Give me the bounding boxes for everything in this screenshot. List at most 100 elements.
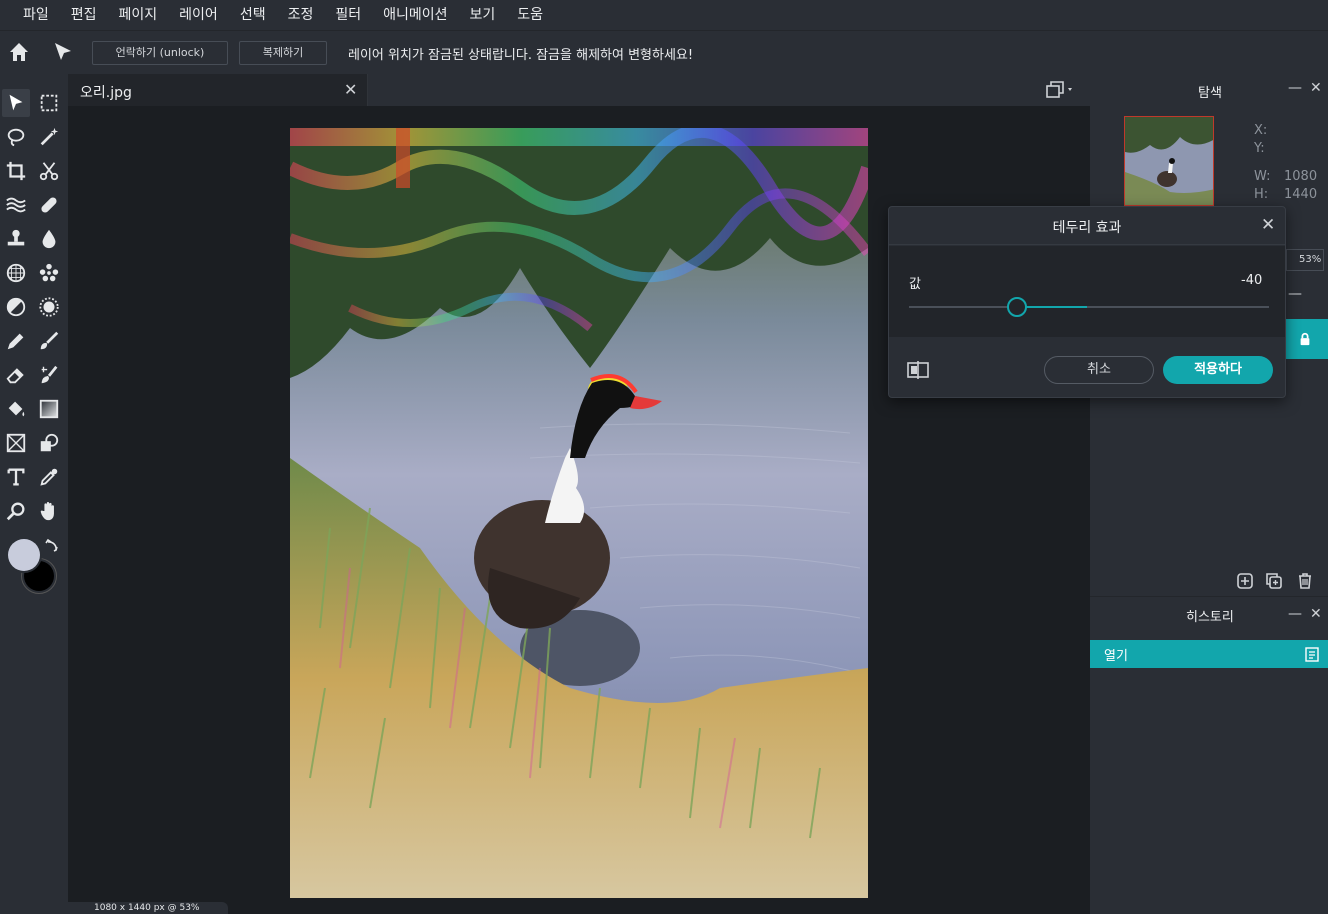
foreground-color-swatch[interactable] — [6, 537, 42, 573]
menu-page[interactable]: 페이지 — [108, 0, 169, 30]
minimize-icon[interactable]: — — [1288, 286, 1302, 302]
scissors-tool[interactable] — [35, 157, 63, 185]
eraser-tool[interactable] — [2, 361, 30, 389]
x-coordinate-label: X: — [1254, 123, 1268, 138]
cancel-button[interactable]: 취소 — [1044, 356, 1154, 384]
panel-divider — [1090, 596, 1328, 597]
history-item-open[interactable]: 열기 — [1090, 640, 1328, 668]
blur-tool[interactable] — [35, 225, 63, 253]
layer-lock-button[interactable] — [1286, 319, 1328, 359]
close-icon[interactable]: ✕ — [1310, 606, 1322, 622]
brush-icon — [40, 331, 59, 350]
wave-icon — [6, 197, 26, 213]
history-title: 히스토리 — [1186, 610, 1234, 625]
compare-icon[interactable] — [907, 361, 929, 383]
arrange-windows-icon[interactable] — [1046, 81, 1076, 103]
zoom-input[interactable]: 53% — [1286, 249, 1324, 271]
status-bar: 1080 x 1440 px @ 53% — [68, 902, 228, 914]
duplicate-button[interactable]: 복제하기 — [239, 41, 327, 65]
apply-button[interactable]: 적용하다 — [1163, 356, 1273, 384]
shapes-icon — [40, 433, 59, 452]
home-icon[interactable] — [7, 40, 31, 64]
eyedropper-tool[interactable] — [35, 463, 63, 491]
right-panel: 탐색 — ✕ X: Y: W: 1080 H: 1440 53% — 히스토리 … — [1090, 74, 1328, 914]
lock-message: 레이어 위치가 잠금된 상태랍니다. 잠금을 해제하여 변형하세요! — [348, 48, 694, 63]
options-bar: 언락하기 (unlock) 복제하기 레이어 위치가 잠금된 상태랍니다. 잠금… — [0, 30, 1328, 74]
replace-color-tool[interactable] — [35, 361, 63, 389]
navigator-title: 탐색 — [1198, 86, 1222, 101]
menu-animation[interactable]: 애니메이션 — [372, 0, 458, 30]
duck-photo-canvas[interactable] — [290, 128, 868, 898]
unlock-button[interactable]: 언락하기 (unlock) — [92, 41, 228, 65]
navigator-thumbnail[interactable] — [1124, 116, 1214, 206]
menu-file[interactable]: 파일 — [12, 0, 60, 30]
lasso-tool[interactable] — [2, 123, 30, 151]
frame-icon — [6, 433, 26, 453]
move-tool[interactable] — [2, 89, 30, 117]
fill-tool[interactable] — [2, 395, 30, 423]
dodge-tool[interactable] — [2, 293, 30, 321]
value-readout[interactable]: -40 — [1241, 273, 1262, 288]
menu-view[interactable]: 보기 — [459, 0, 507, 30]
magic-wand-icon — [40, 127, 59, 146]
menu-layer[interactable]: 레이어 — [168, 0, 229, 30]
sun-icon — [39, 297, 59, 317]
grid-circle-icon — [6, 263, 26, 283]
marquee-icon — [40, 94, 58, 112]
close-icon[interactable]: ✕ — [1261, 215, 1275, 235]
tab-document[interactable]: 오리.jpg ✕ — [68, 74, 368, 106]
crop-tool[interactable] — [2, 157, 30, 185]
arrow-icon — [9, 94, 23, 111]
add-layer-icon[interactable] — [1236, 572, 1254, 594]
history-item-label: 열기 — [1104, 649, 1128, 664]
stamp-icon — [7, 229, 25, 246]
bucket-icon — [8, 401, 25, 417]
dialog-header: 테두리 효과 ✕ — [889, 207, 1285, 245]
contrast-icon — [6, 297, 26, 317]
value-label: 값 — [909, 277, 921, 292]
brush-tool[interactable] — [35, 327, 63, 355]
image-size-status: 1080 x 1440 px @ 53% — [94, 903, 200, 913]
magnifier-icon — [6, 502, 25, 521]
swap-colors-icon[interactable] — [44, 538, 60, 558]
shape-tool[interactable] — [2, 429, 30, 457]
close-icon[interactable]: ✕ — [344, 80, 357, 99]
eraser-icon — [6, 368, 24, 384]
height-value: 1440 — [1284, 187, 1318, 202]
healing-tool[interactable] — [35, 191, 63, 219]
liquify-tool[interactable] — [2, 191, 30, 219]
pencil-tool[interactable] — [2, 327, 30, 355]
menu-filter[interactable]: 필터 — [324, 0, 372, 30]
menu-help[interactable]: 도움 — [506, 0, 554, 30]
marquee-tool[interactable] — [35, 89, 63, 117]
close-icon[interactable]: ✕ — [1310, 80, 1322, 96]
hand-icon — [40, 502, 54, 521]
slider-track[interactable] — [909, 306, 1269, 308]
hand-tool[interactable] — [35, 497, 63, 525]
sponge-tool[interactable] — [35, 259, 63, 287]
slider-fill — [1017, 306, 1087, 308]
magic-wand-tool[interactable] — [35, 123, 63, 151]
duplicate-layer-icon[interactable] — [1265, 572, 1283, 594]
dialog-title: 테두리 효과 — [1052, 220, 1122, 236]
drop-icon — [42, 229, 56, 249]
text-tool[interactable] — [2, 463, 30, 491]
slider-handle[interactable] — [1007, 297, 1027, 317]
zoom-tool[interactable] — [2, 497, 30, 525]
minimize-icon[interactable]: — — [1288, 606, 1302, 622]
document-icon — [1305, 647, 1319, 662]
minimize-icon[interactable]: — — [1288, 80, 1302, 96]
trash-icon[interactable] — [1296, 572, 1314, 594]
width-value: 1080 — [1284, 169, 1318, 184]
pattern-tool[interactable] — [2, 259, 30, 287]
menu-select[interactable]: 선택 — [229, 0, 277, 30]
menu-edit[interactable]: 편집 — [60, 0, 108, 30]
menu-adjust[interactable]: 조정 — [277, 0, 325, 30]
burn-tool[interactable] — [35, 293, 63, 321]
stamp-tool[interactable] — [2, 225, 30, 253]
bandage-icon — [41, 197, 57, 213]
gradient-tool[interactable] — [35, 395, 63, 423]
shapes-tool[interactable] — [35, 429, 63, 457]
eyedropper-icon — [40, 468, 58, 486]
color-brush-icon — [41, 365, 58, 384]
